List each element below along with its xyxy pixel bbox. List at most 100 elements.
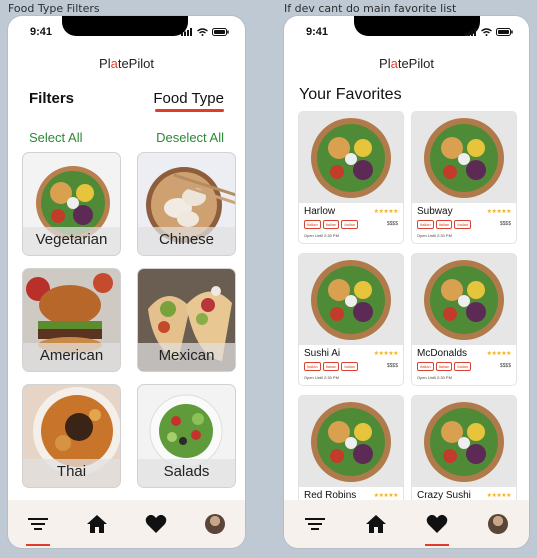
cuisine-tags: Italian Italian Italian [417,220,472,229]
category-card-mexican[interactable]: Mexican [137,268,236,372]
nav-filters[interactable] [22,508,54,546]
select-all-link[interactable]: Select All [29,130,82,145]
rating-stars: ★★★★★ [373,493,399,499]
category-label: American [39,347,104,364]
status-bar: 9:41 [284,16,529,48]
cuisine-tag: Italian [304,362,321,371]
device-notch [354,16,480,36]
rating-stars: ★★★★★ [373,351,399,357]
avatar [488,514,509,534]
cuisine-tag: Italian [435,362,453,371]
category-card-chinese[interactable]: Chinese [137,152,236,256]
filter-tabs: Filters Food Type [29,90,224,112]
battery-icon [496,28,513,36]
restaurant-photo [299,112,403,203]
rating-stars: ★★★★★ [486,209,512,215]
cuisine-tag: Italian [417,362,434,371]
nav-filters[interactable] [299,508,331,540]
status-bar: 9:41 [8,16,245,48]
category-card-salads[interactable]: Salads [137,384,236,488]
restaurant-photo [412,254,516,345]
nav-favorites[interactable] [421,508,453,546]
favorite-card[interactable]: Sushi Ai ★★★★★ Italian Italian Italian $$$$ Op… [299,254,403,385]
nav-profile[interactable] [199,508,231,540]
status-time: 9:41 [306,26,329,38]
cuisine-tag: Italian [341,220,359,229]
tab-food-type[interactable]: Food Type [153,90,224,112]
restaurant-photo [412,396,516,487]
active-tab-underline [155,109,224,112]
restaurant-photo [299,254,403,345]
category-card-thai[interactable]: Thai [22,384,121,488]
open-hours: Open Until 2:30 PM [304,375,339,380]
cuisine-tag: Italian [454,220,472,229]
filter-icon [27,518,48,530]
open-hours: Open Until 2:30 PM [417,233,452,238]
category-label: Salads [163,463,210,480]
home-icon [86,515,107,533]
cuisine-tag: Italian [304,220,321,229]
bottom-nav [8,500,245,548]
nav-favorites[interactable] [140,508,172,540]
filter-icon [304,518,325,530]
cuisine-tags: Italian Italian Italian [304,220,359,229]
bottom-nav [284,500,529,548]
battery-icon [212,28,229,36]
favorite-card[interactable]: Subway ★★★★★ Italian Italian Italian $$$$ Open… [412,112,516,243]
category-label: Vegetarian [35,231,108,248]
deselect-all-link[interactable]: Deselect All [156,130,224,145]
avatar [205,514,226,534]
status-icons [181,28,229,36]
restaurant-photo [299,396,403,487]
cuisine-tag: Italian [435,220,453,229]
category-label: Thai [56,463,87,480]
signal-icon [465,28,476,36]
category-label: Mexican [158,347,215,364]
wifi-icon [197,28,208,36]
active-nav-underline [425,544,450,546]
cuisine-tags: Italian Italian Italian [417,362,472,371]
signal-icon [181,28,192,36]
restaurant-photo [412,112,516,203]
active-nav-underline [25,544,50,546]
status-icons [465,28,513,36]
rating-stars: ★★★★★ [486,351,512,357]
rating-stars: ★★★★★ [486,493,512,499]
restaurant-name: Harlow [304,206,336,217]
cuisine-tag: Italian [341,362,359,371]
restaurant-name: Sushi Ai [304,348,341,359]
category-card-vegetarian[interactable]: Vegetarian [22,152,121,256]
device-notch [62,16,188,36]
app-logo: PlatePilot [99,56,154,71]
app-logo: PlatePilot [379,56,434,71]
frame-label-left: Food Type Filters [8,2,100,15]
restaurant-name: Subway [417,206,453,217]
home-icon [365,515,386,533]
cuisine-tag: Italian [322,362,340,371]
status-time: 9:41 [30,26,53,38]
heart-icon [145,514,167,533]
phone-favorites: 9:41 PlatePilot Your Favorites Harlow ★★★… [284,16,529,548]
nav-profile[interactable] [482,508,514,540]
tab-filters[interactable]: Filters [29,90,74,107]
open-hours: Open Until 2:30 PM [417,375,452,380]
price-level: $$$$ [499,221,511,227]
phone-food-type-filters: 9:41 PlatePilot Filters Food Type Select… [8,16,245,548]
cuisine-tag: Italian [322,220,340,229]
favorite-card[interactable]: McDonalds ★★★★★ Italian Italian Italian $$$$ O… [412,254,516,385]
nav-home[interactable] [360,508,392,540]
category-card-american[interactable]: American [22,268,121,372]
price-level: $$$$ [386,363,398,369]
price-level: $$$$ [386,221,398,227]
nav-home[interactable] [81,508,113,540]
favorites-title: Your Favorites [299,86,402,103]
frame-label-right: If dev cant do main favorite list [284,2,457,15]
favorite-card[interactable]: Harlow ★★★★★ Italian Italian Italian $$$$ Open… [299,112,403,243]
cuisine-tag: Italian [454,362,472,371]
cuisine-tag: Italian [417,220,434,229]
open-hours: Open Until 2:30 PM [304,233,339,238]
cuisine-tags: Italian Italian Italian [304,362,359,371]
restaurant-name: McDonalds [417,348,468,359]
category-label: Chinese [158,231,215,248]
rating-stars: ★★★★★ [373,209,399,215]
